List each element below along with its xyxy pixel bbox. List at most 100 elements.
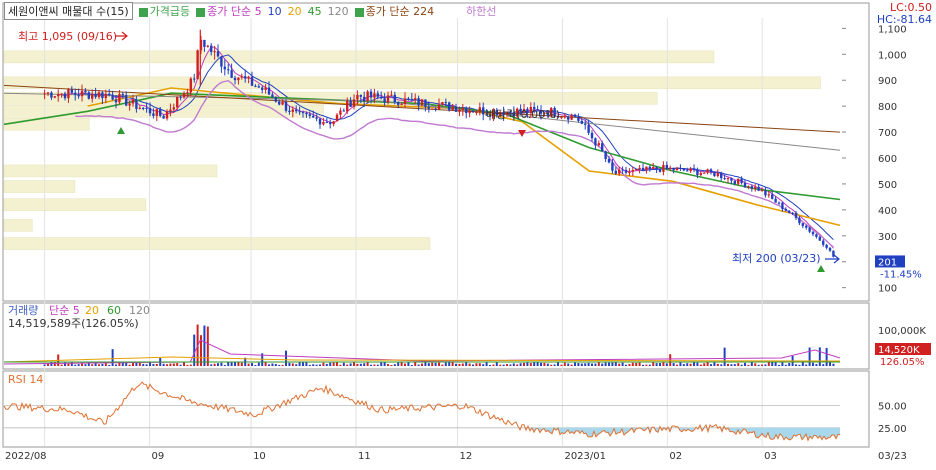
candle-body bbox=[386, 95, 390, 103]
candle-body bbox=[713, 172, 716, 176]
volume-bar bbox=[591, 363, 594, 366]
volume-bar bbox=[553, 364, 556, 366]
volume-bar bbox=[764, 364, 767, 366]
candle-body bbox=[771, 194, 774, 199]
volume-bar bbox=[176, 363, 179, 366]
volume-bar bbox=[444, 362, 447, 366]
candle-body bbox=[142, 107, 145, 109]
candle-body bbox=[267, 87, 271, 95]
volume-bar bbox=[468, 363, 471, 366]
candle-body bbox=[689, 168, 692, 172]
candle-body bbox=[461, 108, 465, 110]
volume-bar bbox=[747, 364, 750, 366]
volume-bar bbox=[795, 364, 798, 366]
volume-bar bbox=[625, 364, 628, 366]
volume-bar bbox=[509, 364, 512, 366]
candle-body bbox=[135, 99, 138, 109]
candle-body bbox=[431, 108, 434, 110]
legend-ma45[interactable]: 45 bbox=[308, 5, 322, 18]
candle-body bbox=[216, 51, 220, 57]
chart-title[interactable]: 세원이앤씨 매물대 수(15) bbox=[4, 2, 133, 20]
stock-chart[interactable]: 2022/08 09 10 11 12 2023/01 02 03 03/23 1,100 1,00… bbox=[0, 0, 936, 467]
volume-bar bbox=[291, 363, 294, 366]
legend-surge[interactable]: 가격급등 bbox=[138, 3, 190, 19]
volume-profile-bar bbox=[3, 198, 147, 211]
volume-bar bbox=[631, 362, 634, 366]
volume-bar bbox=[308, 364, 311, 366]
volume-bar bbox=[754, 363, 757, 366]
candle-body bbox=[315, 117, 318, 119]
candle-body bbox=[482, 107, 485, 115]
volume-bar bbox=[703, 363, 706, 366]
volume-bar bbox=[329, 362, 332, 366]
candle-body bbox=[441, 102, 444, 105]
candle-body bbox=[454, 106, 458, 112]
candle-body bbox=[148, 108, 152, 114]
x-tick-label: 09 bbox=[152, 451, 165, 462]
candle-body bbox=[264, 87, 267, 90]
rsi-panel[interactable] bbox=[2, 370, 870, 448]
volume-bar bbox=[400, 362, 403, 366]
candle-body bbox=[169, 109, 172, 112]
volume-bar bbox=[441, 364, 444, 366]
candle-body bbox=[369, 91, 373, 98]
volume-summary: 14,519,589주(126.05%) bbox=[8, 317, 139, 330]
candle-body bbox=[400, 103, 403, 105]
low-annotation: 최저 200 (03/23) bbox=[732, 252, 821, 265]
volume-bar bbox=[829, 362, 832, 366]
volume-bar bbox=[254, 364, 257, 366]
legend-ma20[interactable]: 20 bbox=[288, 5, 302, 18]
volume-bar bbox=[393, 364, 396, 366]
volume-bar bbox=[723, 347, 726, 366]
candle-body bbox=[757, 186, 760, 191]
candle-body bbox=[628, 171, 631, 173]
candle-body bbox=[145, 107, 148, 109]
candle-body bbox=[210, 45, 213, 53]
volume-bar bbox=[421, 363, 424, 366]
candle-body bbox=[434, 108, 437, 110]
volume-bar bbox=[111, 349, 114, 366]
volume-bar bbox=[458, 363, 461, 366]
candle-body bbox=[669, 167, 672, 169]
volume-bar bbox=[240, 362, 243, 366]
volume-bar bbox=[737, 363, 740, 366]
volume-bar bbox=[257, 362, 260, 366]
candle-body bbox=[611, 162, 614, 171]
legend-lower-band[interactable]: 하한선 bbox=[466, 3, 496, 19]
volume-bar bbox=[70, 362, 73, 366]
volume-bar bbox=[546, 363, 549, 366]
volume-bar bbox=[203, 325, 206, 366]
candle-body bbox=[638, 167, 641, 170]
candle-body bbox=[417, 98, 420, 106]
legend-ma224[interactable]: 종가 단순 224 bbox=[354, 3, 434, 19]
candle-body bbox=[203, 39, 206, 47]
candle-body bbox=[244, 76, 247, 79]
candle-body bbox=[84, 90, 87, 93]
candle-body bbox=[193, 78, 196, 80]
candle-body bbox=[475, 111, 478, 113]
legend-ma5[interactable]: 종가 단순 5 bbox=[196, 3, 262, 19]
volume-bar bbox=[713, 362, 716, 366]
volume-bar bbox=[686, 363, 689, 366]
dividend-annotation: 배당락(0.00%) bbox=[486, 108, 560, 121]
volume-bar bbox=[540, 362, 543, 366]
y-tick-label: 700 bbox=[878, 128, 897, 139]
candle-body bbox=[223, 66, 227, 70]
volume-bar bbox=[332, 362, 335, 366]
legend-ma120[interactable]: 120 bbox=[328, 5, 349, 18]
candle-body bbox=[601, 143, 604, 152]
candle-body bbox=[635, 169, 638, 171]
candle-body bbox=[760, 190, 764, 192]
volume-bar bbox=[727, 363, 730, 366]
volume-bar bbox=[628, 363, 631, 366]
volume-bar bbox=[237, 362, 240, 366]
candle-body bbox=[196, 50, 199, 80]
candle-body bbox=[665, 164, 669, 169]
volume-bar bbox=[67, 363, 70, 366]
candle-body bbox=[709, 169, 713, 173]
volume-bar bbox=[557, 362, 560, 366]
candle-body bbox=[471, 110, 475, 113]
x-tick-label: 12 bbox=[460, 451, 473, 462]
legend-ma10[interactable]: 10 bbox=[268, 5, 282, 18]
x-tick-label: 02 bbox=[669, 451, 682, 462]
